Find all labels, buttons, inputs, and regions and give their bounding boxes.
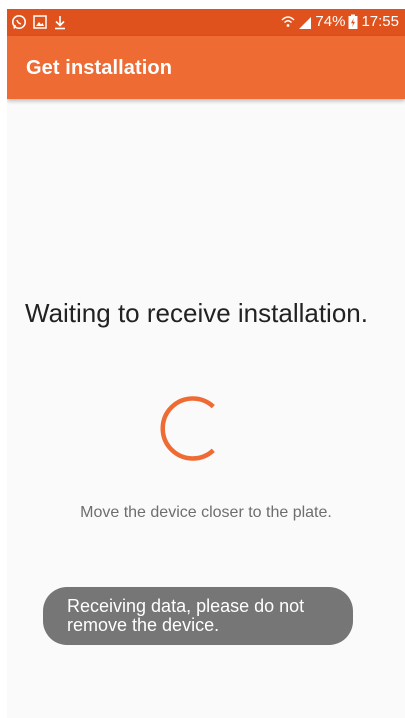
battery-charging-icon bbox=[348, 14, 358, 30]
notification-icons bbox=[11, 14, 67, 30]
app-screen: 74% 17:55 Get installation Waiting to re… bbox=[7, 9, 405, 718]
signal-icon bbox=[298, 14, 312, 30]
wifi-icon bbox=[281, 14, 295, 30]
page-title: Get installation bbox=[26, 57, 173, 79]
battery-percent: 74% bbox=[315, 13, 346, 30]
instruction-text: Move the device closer to the plate. bbox=[80, 504, 332, 521]
toast-text: Receiving data, please do not remove the… bbox=[67, 596, 305, 635]
app-bar: Get installation bbox=[7, 36, 405, 99]
image-icon bbox=[33, 15, 47, 29]
download-icon bbox=[53, 15, 67, 30]
system-indicators: 74% 17:55 bbox=[281, 13, 399, 30]
loading-spinner-icon bbox=[156, 393, 226, 468]
toast-message: Receiving data, please do not remove the… bbox=[43, 587, 353, 645]
clock: 17:55 bbox=[361, 13, 399, 30]
waiting-message: Waiting to receive installation. bbox=[25, 298, 368, 328]
status-bar: 74% 17:55 bbox=[7, 9, 405, 36]
whatsapp-icon bbox=[11, 14, 27, 30]
